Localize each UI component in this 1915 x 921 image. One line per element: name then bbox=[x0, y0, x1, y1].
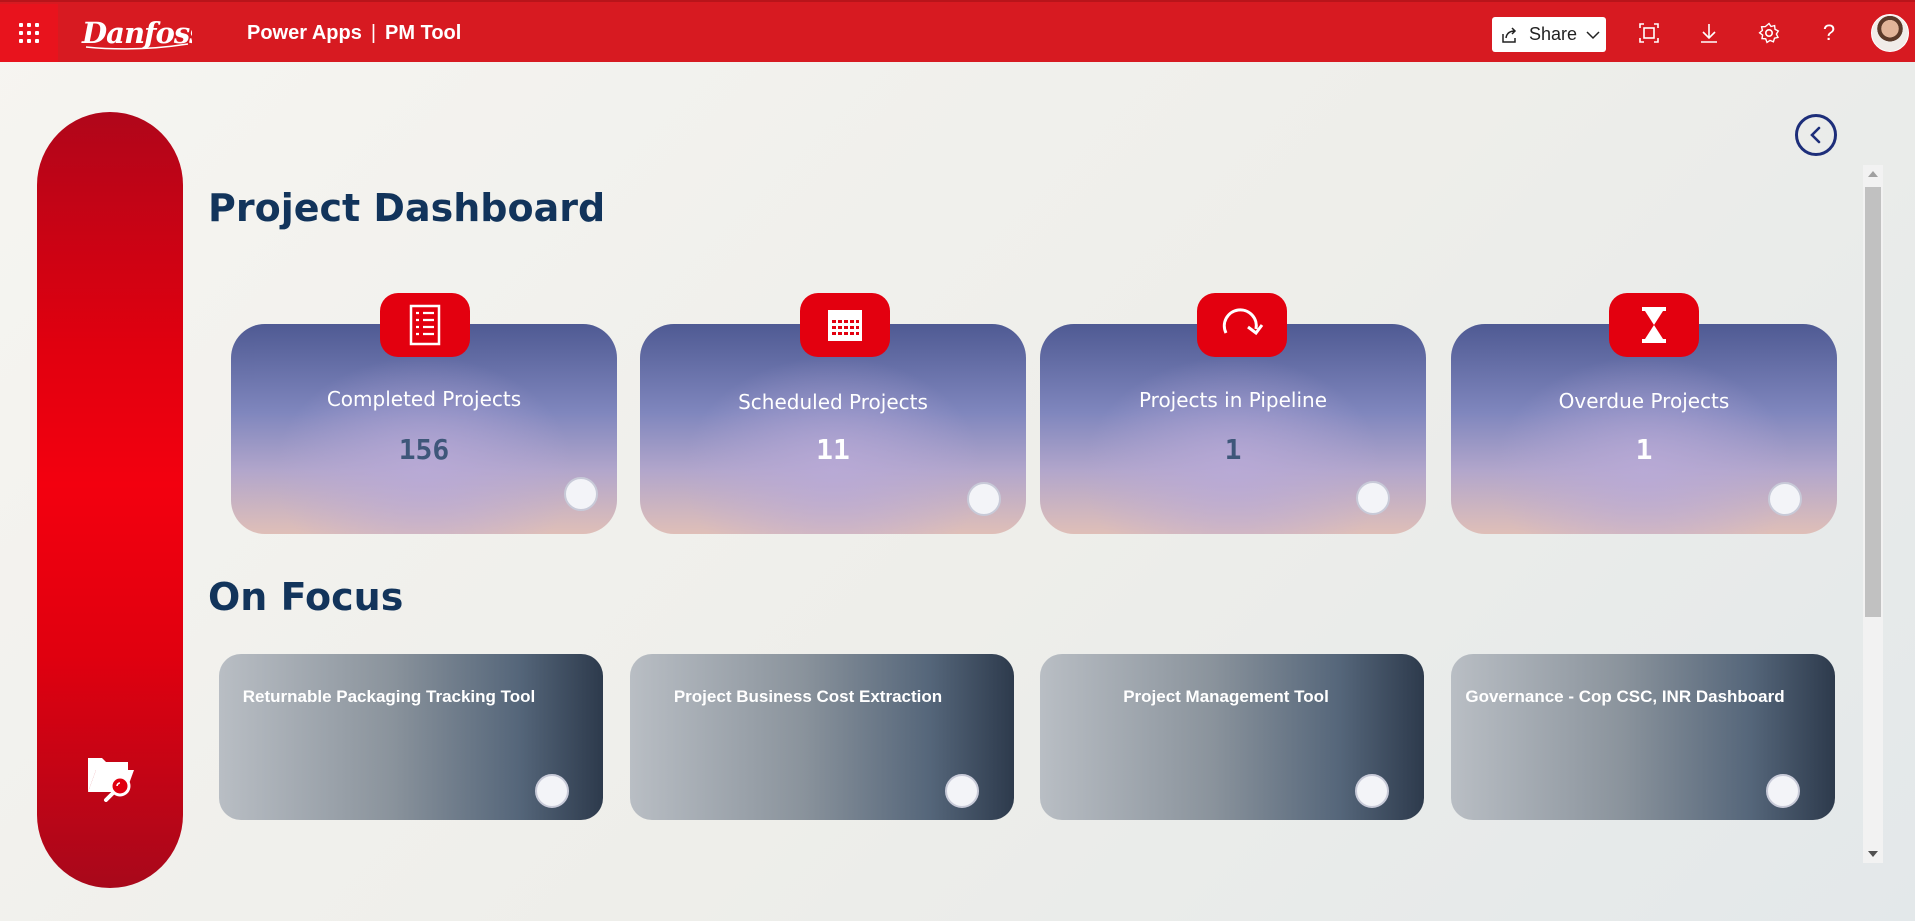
stat-label: Projects in Pipeline bbox=[1138, 388, 1328, 412]
scroll-thumb[interactable] bbox=[1865, 187, 1881, 617]
vertical-scrollbar[interactable] bbox=[1863, 165, 1883, 863]
card-action-dot[interactable] bbox=[1768, 482, 1802, 516]
title-separator: | bbox=[370, 22, 377, 44]
focus-card-pm-tool[interactable]: Project Management Tool bbox=[1040, 654, 1424, 820]
app-title-text: PM Tool bbox=[385, 22, 462, 44]
share-button[interactable]: Share bbox=[1492, 17, 1606, 52]
card-action-dot[interactable] bbox=[1356, 481, 1390, 515]
side-navigation-rail bbox=[37, 112, 183, 888]
card-action-dot[interactable] bbox=[945, 774, 979, 808]
svg-text:Danfoss: Danfoss bbox=[81, 16, 192, 50]
back-button[interactable] bbox=[1795, 114, 1837, 156]
refresh-badge bbox=[1197, 293, 1287, 357]
avatar[interactable] bbox=[1871, 14, 1909, 52]
stat-value: 11 bbox=[816, 433, 850, 466]
focus-card-cost-extraction[interactable]: Project Business Cost Extraction bbox=[630, 654, 1014, 820]
focus-card-governance[interactable]: Governance - Cop CSC, INR Dashboard bbox=[1451, 654, 1835, 820]
brand-logo[interactable]: Danfoss bbox=[80, 14, 206, 52]
card-action-dot[interactable] bbox=[1766, 774, 1800, 808]
download-button[interactable] bbox=[1696, 20, 1722, 46]
stat-value: 1 bbox=[1224, 433, 1242, 466]
top-bar: Danfoss Power Apps | PM Tool Share bbox=[0, 0, 1915, 62]
share-label: Share bbox=[1529, 24, 1578, 44]
card-action-dot[interactable] bbox=[564, 477, 598, 511]
calendar-icon bbox=[828, 310, 862, 341]
download-icon bbox=[1701, 24, 1717, 43]
app-name: Power Apps bbox=[247, 22, 362, 44]
gear-icon bbox=[1758, 22, 1780, 44]
waffle-icon bbox=[19, 23, 39, 43]
stat-label: Overdue Projects bbox=[1558, 389, 1730, 413]
focus-card-label: Governance - Cop CSC, INR Dashboard bbox=[1465, 687, 1785, 706]
focus-card-label: Project Management Tool bbox=[1123, 687, 1329, 706]
focus-card-label: Project Business Cost Extraction bbox=[673, 687, 943, 706]
scroll-up-arrow-icon[interactable] bbox=[1868, 171, 1878, 177]
stat-value: 156 bbox=[398, 433, 450, 466]
focus-card-label: Returnable Packaging Tracking Tool bbox=[242, 687, 536, 706]
card-action-dot[interactable] bbox=[535, 774, 569, 808]
card-action-dot[interactable] bbox=[967, 482, 1001, 516]
app-launcher-button[interactable] bbox=[0, 4, 58, 62]
help-icon: ? bbox=[1822, 20, 1836, 45]
hourglass-badge bbox=[1609, 293, 1699, 357]
help-button[interactable]: ? bbox=[1816, 20, 1842, 46]
card-action-dot[interactable] bbox=[1355, 774, 1389, 808]
chevron-down-icon bbox=[1586, 30, 1600, 39]
focus-card-packaging[interactable]: Returnable Packaging Tracking Tool bbox=[219, 654, 603, 820]
checklist-badge bbox=[380, 293, 470, 357]
chevron-left-icon bbox=[1810, 126, 1821, 144]
refresh-icon bbox=[1222, 308, 1264, 336]
fit-screen-icon bbox=[1639, 23, 1659, 43]
page-title: Project Dashboard bbox=[208, 186, 606, 230]
app-title: Power Apps | PM Tool bbox=[247, 22, 461, 45]
scroll-down-arrow-icon[interactable] bbox=[1868, 851, 1878, 857]
settings-button[interactable] bbox=[1756, 20, 1782, 46]
fit-screen-button[interactable] bbox=[1636, 20, 1662, 46]
stat-label: Completed Projects bbox=[326, 387, 522, 411]
share-icon bbox=[1502, 26, 1517, 43]
section-title: On Focus bbox=[208, 575, 404, 619]
hourglass-icon bbox=[1642, 307, 1666, 343]
calendar-badge bbox=[800, 293, 890, 357]
checklist-icon bbox=[409, 304, 441, 346]
stat-label: Scheduled Projects bbox=[738, 390, 928, 414]
folder-search-icon bbox=[88, 758, 134, 802]
folder-search-button[interactable] bbox=[84, 748, 138, 802]
stat-value: 1 bbox=[1635, 433, 1653, 466]
